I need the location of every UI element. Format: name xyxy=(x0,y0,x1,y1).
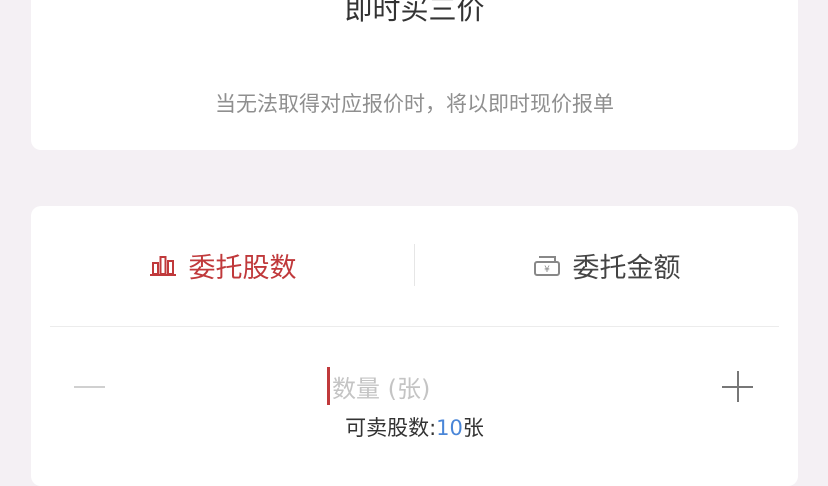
quantity-placeholder: 数量 (张) xyxy=(332,374,431,403)
order-price-title: 即时买三价 xyxy=(344,0,485,26)
tab-entrust-shares[interactable]: 委托股数 xyxy=(31,240,414,290)
order-price-card: 即时买三价 当无法取得对应报价时，将以即时现价报单 xyxy=(31,0,798,150)
text-cursor xyxy=(327,367,330,405)
order-price-note: 当无法取得对应报价时，将以即时现价报单 xyxy=(215,92,614,116)
entrust-tabs: 委托股数 ¥ 委托金额 xyxy=(31,206,798,326)
decrease-quantity-button[interactable] xyxy=(71,366,111,406)
svg-text:¥: ¥ xyxy=(544,265,550,275)
bar-chart-icon xyxy=(149,251,177,279)
money-box-icon: ¥ xyxy=(533,251,561,279)
available-shares-unit: 张 xyxy=(462,416,484,440)
increase-quantity-button[interactable] xyxy=(719,366,759,406)
tab-entrust-amount-label: 委托金额 xyxy=(572,252,681,284)
quantity-stepper: 数量 (张) 可卖股数:10张 xyxy=(31,356,798,440)
tab-entrust-amount[interactable]: ¥ 委托金额 xyxy=(415,240,798,290)
entrust-card: 委托股数 ¥ 委托金额 数量 (张) 可卖股数:10张 xyxy=(31,206,798,486)
tab-entrust-shares-label: 委托股数 xyxy=(188,252,297,284)
available-shares: 可卖股数:10张 xyxy=(31,412,798,442)
available-shares-label: 可卖股数: xyxy=(345,416,437,440)
available-shares-value: 10 xyxy=(436,416,463,440)
quantity-input[interactable]: 数量 (张) xyxy=(327,366,507,406)
divider xyxy=(50,326,779,327)
